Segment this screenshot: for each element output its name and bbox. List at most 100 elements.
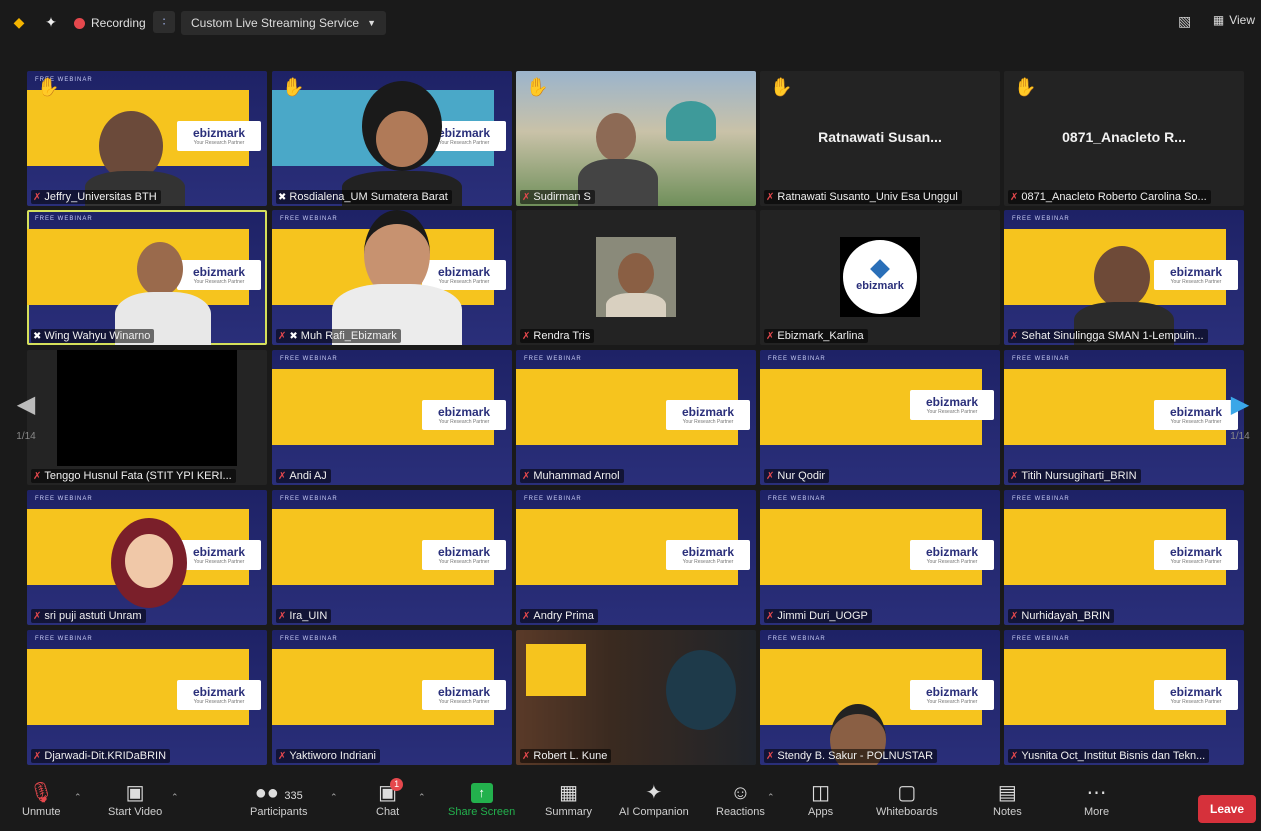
notes-button[interactable]: ▤ Notes xyxy=(993,780,1022,818)
participants-button[interactable]: ●● 335 Participants xyxy=(250,780,307,818)
unmute-button[interactable]: 🎙 Unmute xyxy=(22,780,61,818)
live-stream-icon[interactable]: ∶ xyxy=(153,11,175,33)
whiteboards-label: Whiteboards xyxy=(876,806,938,818)
video-options-caret-icon[interactable]: ⌃ xyxy=(171,792,179,803)
audio-options-caret-icon[interactable]: ⌃ xyxy=(74,792,82,803)
participant-tile[interactable]: FREE WEBINAR ebizmark Your Research Partn… xyxy=(27,630,267,765)
ebizmark-logo: ebizmark Your Research Partner xyxy=(910,390,994,420)
reactions-button[interactable]: ☺ Reactions xyxy=(716,780,765,818)
ebizmark-logo: ebizmark Your Research Partner xyxy=(177,260,261,290)
participant-tile[interactable]: FREE WEBINAR ebizmark Your Research Partn… xyxy=(27,71,267,206)
participant-tile[interactable]: FREE WEBINAR ebizmark Your Research Partn… xyxy=(516,490,756,625)
ai-companion-button[interactable]: ✦ AI Companion xyxy=(619,780,689,818)
participant-tile[interactable]: ✋ ✗ Sudirman S xyxy=(516,71,756,206)
raised-hand-icon: ✋ xyxy=(526,77,549,97)
ebizmark-logo: ebizmark Your Research Partner xyxy=(422,680,506,710)
share-screen-icon: ↑ xyxy=(470,783,493,803)
recording-indicator[interactable]: Recording xyxy=(74,13,146,33)
participant-face xyxy=(596,113,636,161)
participant-tile[interactable]: FREE WEBINAR ebizmark Your Research Partn… xyxy=(516,350,756,485)
muted-mic-icon: ✗ xyxy=(766,751,775,762)
view-button[interactable]: ▦ View xyxy=(1213,13,1255,27)
chat-button[interactable]: ▣ 1 Chat xyxy=(376,778,404,818)
participant-name: ✗ sri puji astuti Unram xyxy=(31,609,146,623)
previous-page-button[interactable]: ◀ 1/14 xyxy=(14,372,38,464)
participant-name: ✗ Sudirman S xyxy=(520,190,595,204)
participant-tile[interactable]: FREE WEBINAR ebizmark Your Research Partn… xyxy=(1004,630,1244,765)
participant-tile[interactable]: FREE WEBINAR ebizmark Your Research Partn… xyxy=(1004,490,1244,625)
pin-icon: ✖ xyxy=(278,192,287,203)
raised-hand-icon: ✋ xyxy=(37,77,60,97)
muted-mic-icon: ✗ xyxy=(1010,192,1019,203)
participant-name: ✗ Nurhidayah_BRIN xyxy=(1008,609,1115,623)
participant-name: ✗ Jimmi Duri_UOGP xyxy=(764,609,872,623)
reactions-caret-icon[interactable]: ⌃ xyxy=(767,792,775,803)
participant-tile[interactable]: 0871_Anacleto R... ✋ ✗ 0871_Anacleto Robe… xyxy=(1004,71,1244,206)
apps-button[interactable]: ◫ Apps xyxy=(808,780,833,818)
participant-avatar-photo xyxy=(596,237,676,317)
participant-tile[interactable]: FREE WEBINAR ebizmark Your Research Partn… xyxy=(272,490,512,625)
share-screen-button[interactable]: ↑ Share Screen xyxy=(448,780,515,818)
muted-mic-icon: ✗ xyxy=(522,611,531,622)
share-screen-label: Share Screen xyxy=(448,806,516,818)
chat-icon: ▣ 1 xyxy=(378,778,404,806)
participant-tile[interactable]: ebizmark ✗ Ebizmark_Karlina xyxy=(760,210,1000,345)
ebizmark-logo: ebizmark Your Research Partner xyxy=(1154,680,1238,710)
participants-caret-icon[interactable]: ⌃ xyxy=(330,792,338,803)
participant-tile[interactable]: FREE WEBINAR ebizmark Your Research Partn… xyxy=(1004,350,1244,485)
muted-mic-icon: ✗ xyxy=(33,611,42,622)
next-page-button[interactable]: ▶ 1/14 xyxy=(1228,372,1252,464)
participant-tile[interactable]: FREE WEBINAR ebizmark Your Research Partn… xyxy=(760,350,1000,485)
chevron-left-icon: ◀ xyxy=(16,391,36,418)
page-indicator-left: 1/14 xyxy=(16,431,36,442)
participant-tile[interactable]: FREE WEBINAR ebizmark Your Research Partn… xyxy=(760,490,1000,625)
muted-mic-icon: ✗ xyxy=(33,192,42,203)
whiteboards-button[interactable]: ▢ Whiteboards xyxy=(876,780,938,818)
participant-tile[interactable]: ✗ Rendra Tris xyxy=(516,210,756,345)
background-dome xyxy=(666,101,716,141)
participant-tile[interactable]: FREE WEBINAR ebizmark Your Research Partn… xyxy=(27,490,267,625)
participant-name: ✗ Yaktiworo Indriani xyxy=(276,749,381,763)
live-streaming-dropdown[interactable]: Custom Live Streaming Service ▼ xyxy=(181,11,386,35)
shield-icon[interactable]: ◆ xyxy=(10,13,28,31)
participant-tile[interactable]: FREE WEBINAR ebizmark Your Research Partn… xyxy=(272,350,512,485)
slide-strip: FREE WEBINAR xyxy=(35,636,93,642)
participant-tile[interactable]: FREE WEBINAR ebizmark Your Research Partn… xyxy=(272,210,512,345)
chevron-right-icon: ▶ xyxy=(1230,391,1250,418)
chat-caret-icon[interactable]: ⌃ xyxy=(418,792,426,803)
participant-tile[interactable]: ✗ Tenggo Husnul Fata (STIT YPI KERI... xyxy=(27,350,267,485)
slide-strip: FREE WEBINAR xyxy=(280,216,338,222)
participant-name: ✗ Ira_UIN xyxy=(276,609,332,623)
muted-mic-icon: ✗ xyxy=(1010,611,1019,622)
participant-tile-active-speaker[interactable]: FREE WEBINAR ebizmark Your Research Partn… xyxy=(27,210,267,345)
layout-icon[interactable]: ▧ xyxy=(1178,13,1191,30)
sparkle-icon[interactable]: ✦ xyxy=(42,13,60,31)
leave-button[interactable]: Leave xyxy=(1198,795,1256,823)
participant-name: ✗ Titih Nursugiharti_BRIN xyxy=(1008,469,1141,483)
participant-tile[interactable]: Ratnawati Susan... ✋ ✗ Ratnawati Susanto_… xyxy=(760,71,1000,206)
start-video-label: Start Video xyxy=(108,806,163,818)
participant-name: ✗ Jeffry_Universitas BTH xyxy=(31,190,161,204)
record-dot-icon xyxy=(74,17,85,29)
summary-button[interactable]: ▦ Summary xyxy=(545,780,592,818)
ebizmark-logo: ebizmark Your Research Partner xyxy=(422,260,506,290)
participant-body xyxy=(606,293,666,317)
participant-face xyxy=(376,111,428,167)
participant-tile[interactable]: ebizmark Your Research Partner ✋ ✖ Rosdial… xyxy=(272,71,512,206)
participant-tile[interactable]: ✗ Robert L. Kune xyxy=(516,630,756,765)
muted-mic-icon: ✗ xyxy=(766,471,775,482)
participant-tile[interactable]: FREE WEBINAR ebizmark Your Research Partn… xyxy=(760,630,1000,765)
participant-name: ✗ Sehat Sinulingga SMAN 1-Lempuin... xyxy=(1008,329,1208,343)
participants-count: 335 xyxy=(284,790,303,802)
more-button[interactable]: ⋯ More xyxy=(1084,780,1109,818)
slide-strip: FREE WEBINAR xyxy=(1012,356,1070,362)
ebizmark-diamond-icon xyxy=(870,259,890,279)
participant-helmet xyxy=(666,650,736,730)
participant-tile[interactable]: FREE WEBINAR ebizmark Your Research Partn… xyxy=(1004,210,1244,345)
participant-tile[interactable]: FREE WEBINAR ebizmark Your Research Partn… xyxy=(272,630,512,765)
muted-mic-icon: ✗ xyxy=(278,751,287,762)
muted-mic-icon: ✗ xyxy=(522,471,531,482)
muted-mic-icon: ✗ xyxy=(33,471,42,482)
muted-mic-icon: ✗ xyxy=(766,611,775,622)
start-video-button[interactable]: ▣ Start Video xyxy=(108,780,162,818)
